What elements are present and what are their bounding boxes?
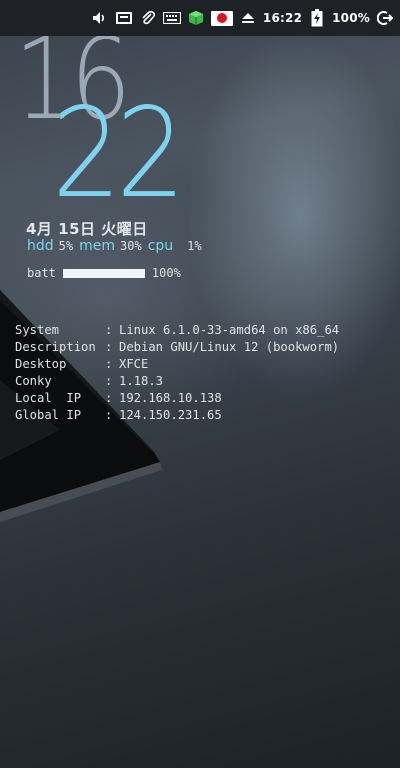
keyboard-icon[interactable] bbox=[162, 9, 181, 27]
battery-label: batt bbox=[27, 266, 56, 280]
sysinfo-sep: : bbox=[105, 374, 113, 388]
battery-bar-fill bbox=[62, 268, 145, 278]
sysinfo-key: Global IP bbox=[15, 408, 82, 422]
sysinfo-key: Description bbox=[15, 340, 96, 354]
sysinfo-key: System bbox=[15, 323, 60, 337]
sysinfo-value: Linux 6.1.0-33-amd64 on x86_64 bbox=[119, 323, 340, 337]
battery-bar bbox=[62, 268, 145, 278]
hdd-label: hdd bbox=[27, 238, 54, 254]
hdd-value: 5% bbox=[58, 239, 74, 253]
sysinfo-key: Local IP bbox=[15, 391, 82, 405]
japan-flag-icon[interactable] bbox=[210, 10, 233, 26]
top-panel: 16:22 100% bbox=[0, 0, 400, 36]
sysinfo-sep: : bbox=[105, 340, 113, 354]
conky-sysinfo: System: Linux 6.1.0-33-amd64 on x86_64 De… bbox=[15, 322, 339, 424]
conky-battery: batt 100% bbox=[27, 266, 181, 280]
sysinfo-sep: : bbox=[105, 357, 113, 371]
cpu-value: 1% bbox=[187, 239, 202, 253]
sysinfo-value: 1.18.3 bbox=[119, 374, 164, 388]
sysinfo-key: Desktop bbox=[15, 357, 67, 371]
eject-icon[interactable] bbox=[239, 9, 257, 27]
sysinfo-row: Local IP:192.168.10.138 bbox=[15, 390, 339, 407]
battery-value: 100% bbox=[151, 266, 181, 280]
cpu-label: cpu bbox=[147, 238, 174, 254]
sysinfo-sep: : bbox=[105, 391, 113, 405]
conky-stats: hdd 5% mem 30% cpu 1% bbox=[27, 238, 208, 254]
system-tray: 16:22 100% bbox=[91, 8, 394, 28]
sysinfo-sep: : bbox=[105, 408, 113, 422]
sysinfo-sep: : bbox=[105, 323, 113, 337]
mem-label: mem bbox=[79, 238, 115, 254]
battery-charging-icon[interactable] bbox=[308, 9, 326, 27]
package-icon[interactable] bbox=[187, 9, 205, 27]
sysinfo-row: System: Linux 6.1.0-33-amd64 on x86_64 bbox=[15, 322, 339, 339]
sysinfo-value: 192.168.10.138 bbox=[119, 391, 222, 405]
mem-value: 30% bbox=[120, 239, 142, 253]
volume-icon[interactable] bbox=[91, 9, 109, 27]
logout-icon[interactable] bbox=[376, 9, 394, 27]
sysinfo-row: Description: Debian GNU/Linux 12 (bookwor… bbox=[15, 339, 339, 356]
paperclip-icon[interactable] bbox=[139, 9, 157, 27]
conky-date: 4月 15日 火曜日 bbox=[26, 220, 148, 238]
sysinfo-value: XFCE bbox=[119, 357, 149, 371]
sysinfo-row: Conky:1.18.3 bbox=[15, 373, 339, 390]
sysinfo-row: Global IP:124.150.231.65 bbox=[15, 407, 339, 424]
display-icon[interactable] bbox=[115, 9, 133, 27]
sysinfo-value: Debian GNU/Linux 12 (bookworm) bbox=[119, 340, 340, 354]
sysinfo-row: Desktop: XFCE bbox=[15, 356, 339, 373]
panel-battery-percent[interactable]: 100% bbox=[332, 11, 370, 25]
panel-clock[interactable]: 16:22 bbox=[263, 11, 302, 25]
sysinfo-value: 124.150.231.65 bbox=[119, 408, 222, 422]
conky-clock-minute: 22 bbox=[52, 82, 186, 226]
sysinfo-key: Conky bbox=[15, 374, 52, 388]
